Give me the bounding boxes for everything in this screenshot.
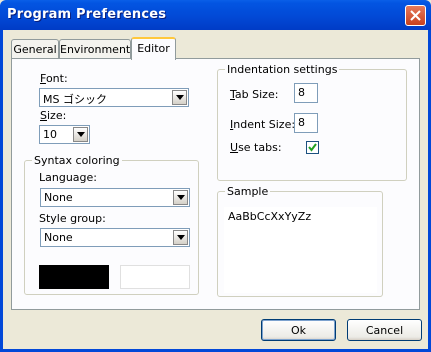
size-select[interactable]: 10 (39, 125, 90, 144)
use-tabs-checkbox[interactable] (306, 141, 319, 154)
ok-button-label: Ok (290, 324, 307, 337)
tab-general-label: General (13, 43, 57, 56)
size-label: Size: (40, 109, 67, 122)
sample-group: Sample AaBbCcXxYyZz (217, 185, 383, 297)
sample-text: AaBbCcXxYyZz (228, 210, 312, 223)
chevron-down-icon (177, 195, 185, 200)
tab-environment-label: Environment (60, 43, 131, 56)
language-select-value: None (44, 191, 73, 204)
size-dropdown-button[interactable] (73, 127, 88, 142)
language-dropdown-button[interactable] (173, 190, 188, 205)
cancel-button-label: Cancel (365, 324, 404, 337)
font-label: Font: (40, 72, 68, 85)
chevron-down-icon (77, 132, 85, 137)
window-frame-left (0, 30, 3, 352)
font-select[interactable]: MS ゴシック (39, 88, 189, 107)
font-label-text: Font: (40, 72, 68, 85)
chevron-down-icon (176, 95, 184, 100)
style-group-select-value: None (44, 231, 73, 244)
tab-size-input[interactable]: 8 (294, 83, 318, 103)
language-select[interactable]: None (40, 188, 190, 207)
tab-editor[interactable]: Editor (131, 37, 176, 60)
tab-general[interactable]: General (11, 39, 59, 59)
tab-environment[interactable]: Environment (59, 39, 131, 59)
style-group-dropdown-button[interactable] (173, 230, 188, 245)
preferences-dialog: Program Preferences General Environment … (0, 0, 431, 352)
tab-editor-label: Editor (137, 42, 170, 55)
ok-button[interactable]: Ok (261, 319, 336, 341)
close-button[interactable] (405, 5, 426, 26)
style-group-label: Style group: (39, 212, 106, 225)
tab-size-value: 8 (298, 86, 305, 99)
editor-tab-panel: Font: MS ゴシック Size: 10 Syntax coloring L… (11, 58, 420, 310)
indent-size-input[interactable]: 8 (294, 113, 318, 133)
syntax-coloring-group: Syntax coloring Language: None Style gro… (24, 154, 199, 295)
font-dropdown-button[interactable] (172, 90, 187, 105)
checkmark-icon (308, 143, 317, 152)
background-color-swatch[interactable] (120, 265, 190, 289)
language-label: Language: (39, 171, 97, 184)
window-title: Program Preferences (7, 7, 167, 22)
title-bar[interactable]: Program Preferences (0, 0, 431, 30)
indentation-settings-title: Indentation settings (225, 63, 340, 76)
syntax-coloring-title: Syntax coloring (32, 154, 122, 167)
cancel-button[interactable]: Cancel (347, 319, 422, 341)
indentation-settings-group: Indentation settings Tab Size: 8 Indent … (217, 63, 407, 181)
style-group-select[interactable]: None (40, 228, 190, 247)
indent-size-value: 8 (298, 116, 305, 129)
foreground-color-swatch[interactable] (39, 265, 109, 289)
close-icon (410, 10, 421, 21)
size-select-value: 10 (43, 128, 57, 141)
indent-size-label: Indent Size: (230, 118, 296, 131)
chevron-down-icon (177, 235, 185, 240)
tab-size-label: Tab Size: (230, 88, 279, 101)
font-select-value: MS ゴシック (43, 93, 107, 106)
use-tabs-label: Use tabs: (230, 141, 282, 154)
sample-preview: AaBbCcXxYyZz (224, 207, 377, 293)
sample-title: Sample (225, 185, 271, 198)
